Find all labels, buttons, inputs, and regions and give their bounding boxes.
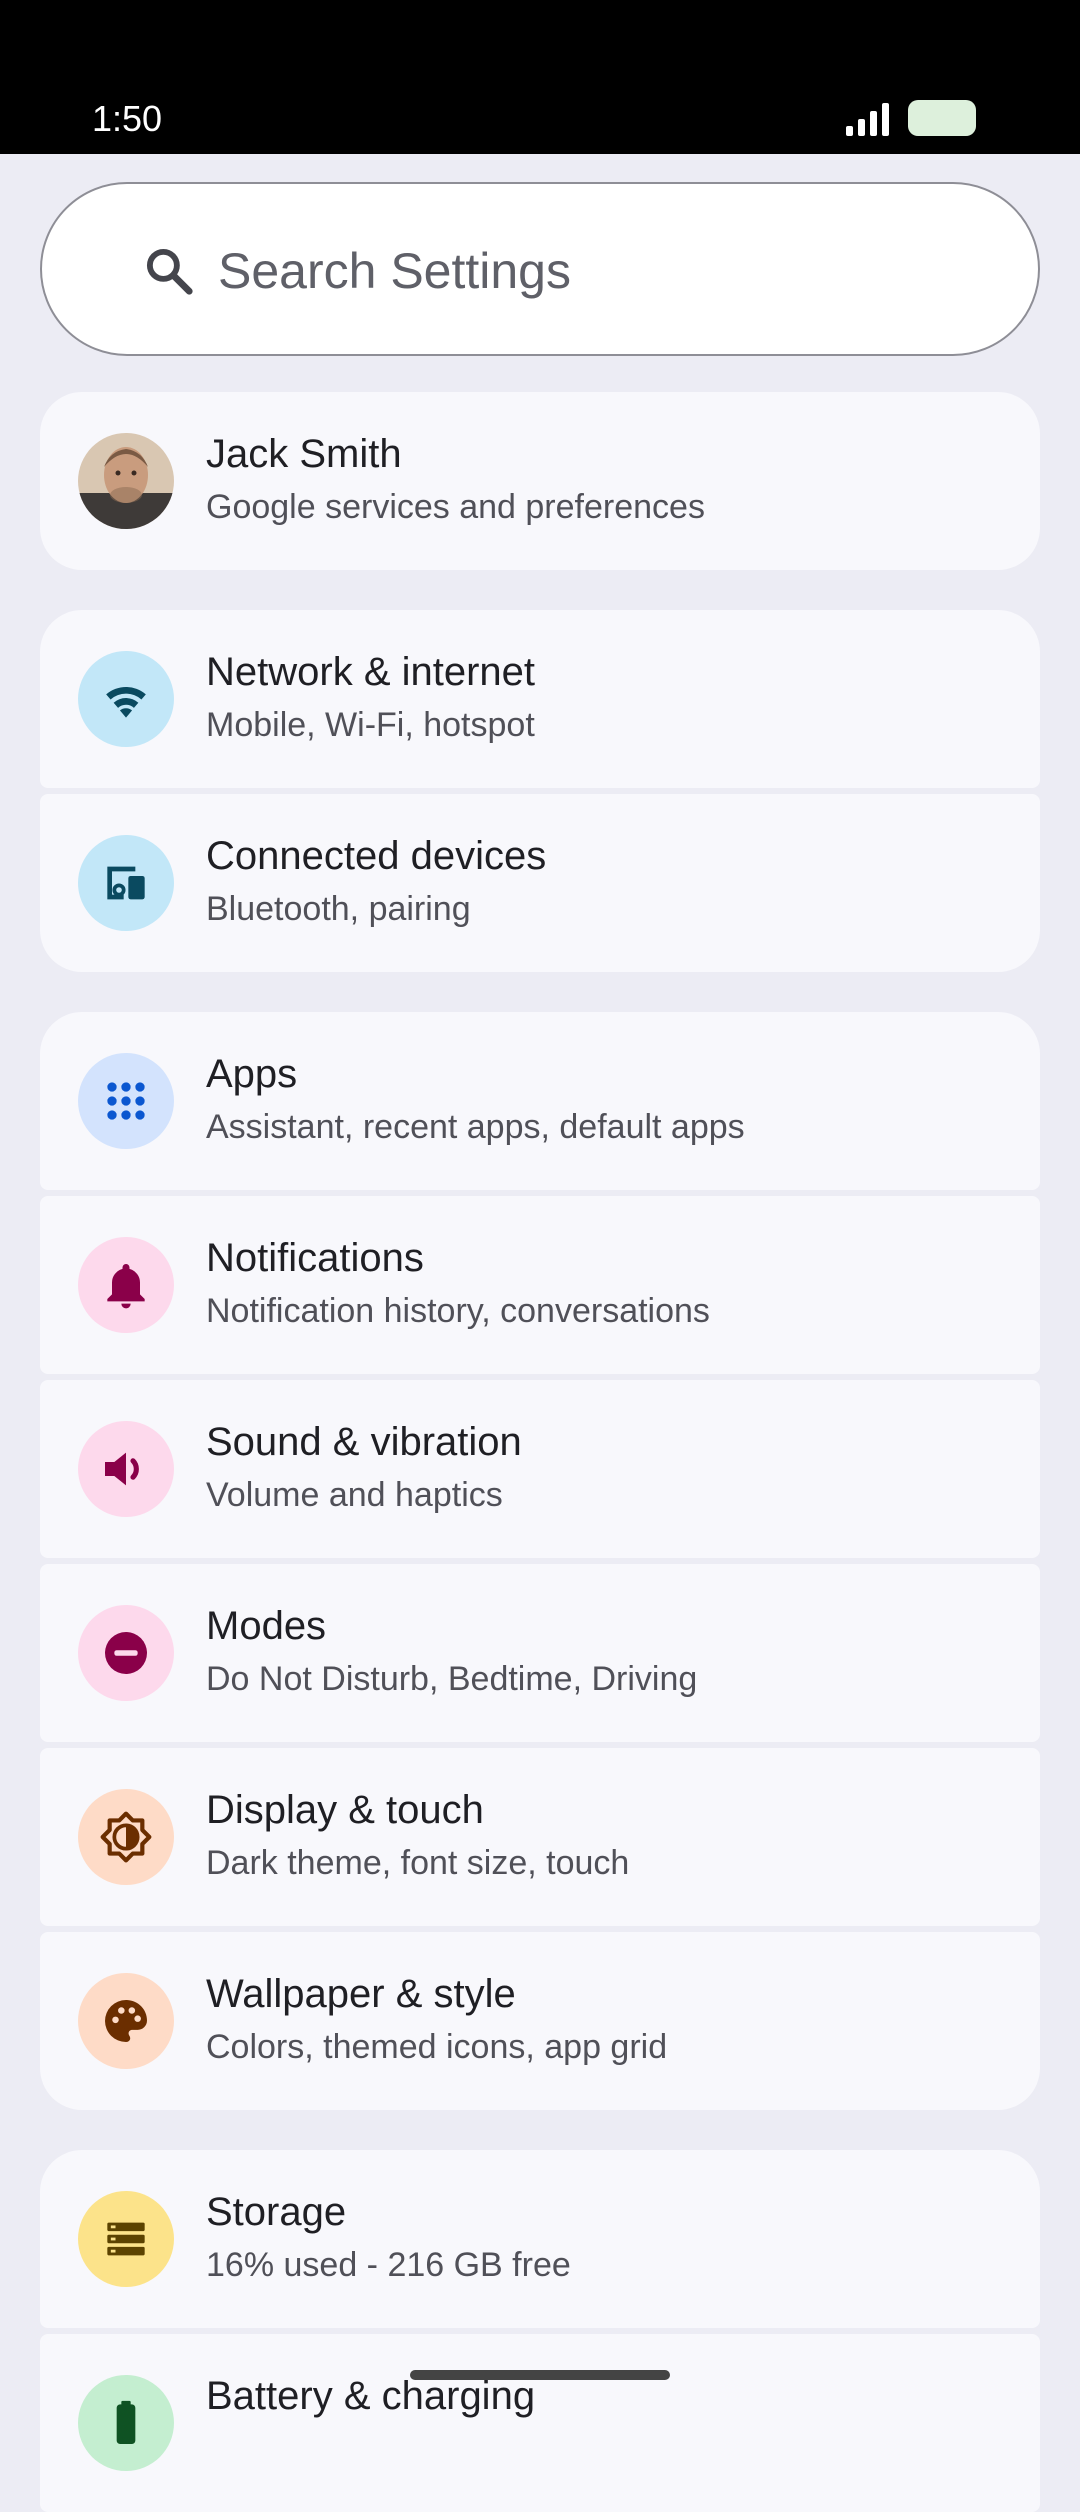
item-subtitle: Colors, themed icons, app grid xyxy=(206,2028,668,2066)
wifi-icon xyxy=(78,651,174,747)
palette-icon xyxy=(78,1973,174,2069)
settings-item-battery[interactable]: Battery & charging xyxy=(40,2334,1040,2512)
do-not-disturb-icon xyxy=(78,1605,174,1701)
status-time: 1:50 xyxy=(92,98,163,139)
item-title: Apps xyxy=(206,1052,298,1096)
status-bar: 1:50 xyxy=(0,0,1080,154)
account-name: Jack Smith xyxy=(206,432,402,476)
account-subtitle: Google services and preferences xyxy=(206,488,705,526)
cell-signal-icon xyxy=(846,103,889,136)
battery-status-icon xyxy=(908,100,976,136)
brightness-icon xyxy=(78,1789,174,1885)
settings-item-notifications[interactable]: Notifications Notification history, conv… xyxy=(40,1196,1040,1374)
settings-item-sound[interactable]: Sound & vibration Volume and haptics xyxy=(40,1380,1040,1558)
battery-icon xyxy=(78,2375,174,2471)
gesture-nav-handle[interactable] xyxy=(410,2370,670,2380)
item-subtitle: Mobile, Wi-Fi, hotspot xyxy=(206,706,535,744)
settings-item-connected-devices[interactable]: Connected devices Bluetooth, pairing xyxy=(40,794,1040,972)
storage-icon xyxy=(78,2191,174,2287)
item-title: Display & touch xyxy=(206,1788,484,1832)
item-title: Wallpaper & style xyxy=(206,1972,516,2016)
search-icon xyxy=(146,248,193,295)
avatar xyxy=(78,433,174,529)
item-title: Sound & vibration xyxy=(206,1420,522,1464)
settings-item-apps[interactable]: Apps Assistant, recent apps, default app… xyxy=(40,1012,1040,1190)
settings-item-network[interactable]: Network & internet Mobile, Wi-Fi, hotspo… xyxy=(40,610,1040,788)
speaker-icon xyxy=(78,1421,174,1517)
item-title: Modes xyxy=(206,1604,327,1648)
settings-item-storage[interactable]: Storage 16% used - 216 GB free xyxy=(40,2150,1040,2328)
item-subtitle: Volume and haptics xyxy=(206,1476,503,1514)
search-placeholder: Search Settings xyxy=(218,243,571,299)
item-subtitle: Notification history, conversations xyxy=(206,1292,710,1330)
account-row[interactable]: Jack Smith Google services and preferenc… xyxy=(40,392,1040,570)
item-subtitle: Dark theme, font size, touch xyxy=(206,1844,630,1882)
item-title: Notifications xyxy=(206,1236,424,1280)
bell-icon xyxy=(78,1237,174,1333)
apps-grid-icon xyxy=(78,1053,174,1149)
item-subtitle: Bluetooth, pairing xyxy=(206,890,471,928)
item-title: Battery & charging xyxy=(206,2374,536,2418)
settings-item-modes[interactable]: Modes Do Not Disturb, Bedtime, Driving xyxy=(40,1564,1040,1742)
settings-item-wallpaper[interactable]: Wallpaper & style Colors, themed icons, … xyxy=(40,1932,1040,2110)
item-subtitle: Assistant, recent apps, default apps xyxy=(206,1108,745,1146)
item-title: Storage xyxy=(206,2190,347,2234)
search-bar[interactable]: Search Settings xyxy=(40,182,1040,356)
devices-icon xyxy=(78,835,174,931)
item-title: Network & internet xyxy=(206,650,536,694)
item-subtitle: Do Not Disturb, Bedtime, Driving xyxy=(206,1660,698,1698)
settings-item-display[interactable]: Display & touch Dark theme, font size, t… xyxy=(40,1748,1040,1926)
item-subtitle: 16% used - 216 GB free xyxy=(206,2246,571,2284)
item-title: Connected devices xyxy=(206,834,547,878)
